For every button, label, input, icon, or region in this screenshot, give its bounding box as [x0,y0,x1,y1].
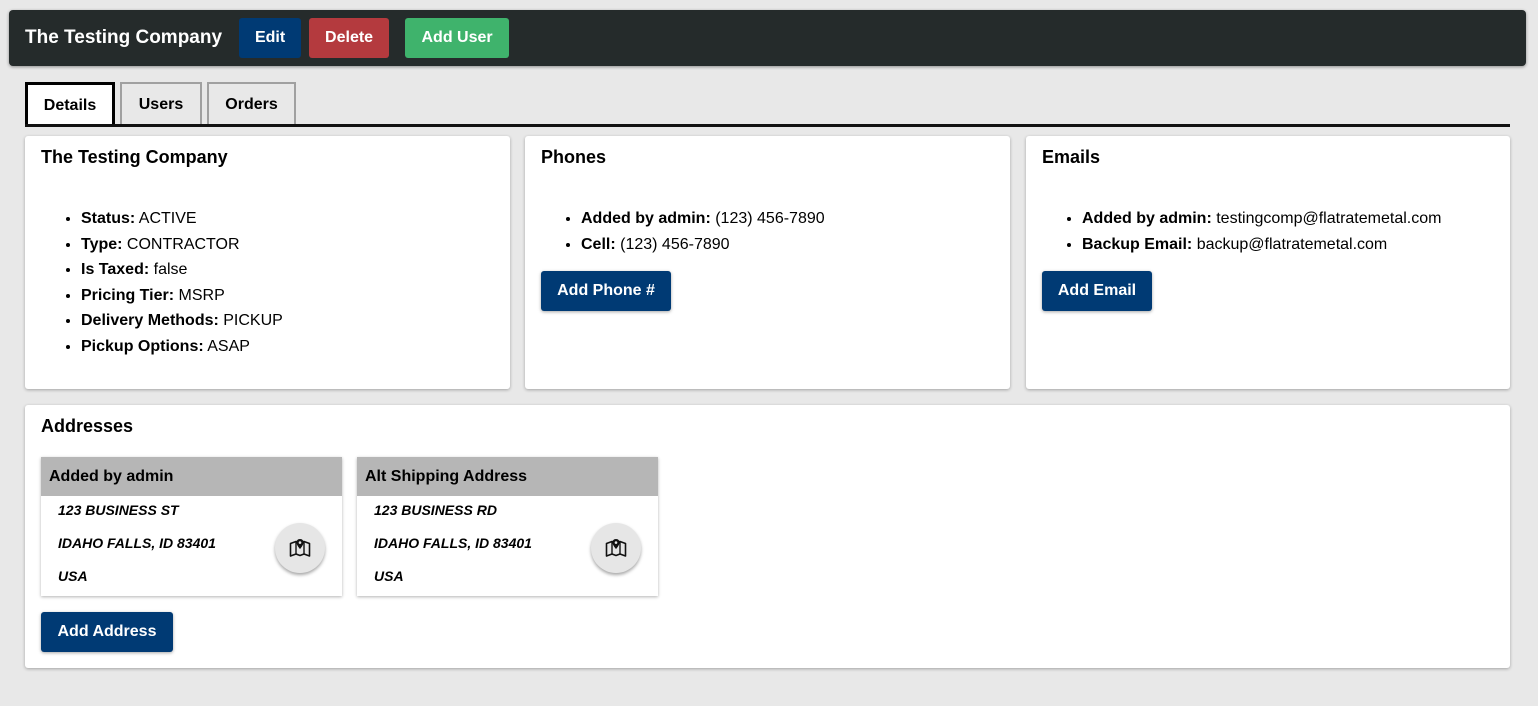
add-user-button[interactable]: Add User [405,18,510,58]
address-card: Added by admin 123 BUSINESS ST IDAHO FAL… [41,457,342,596]
phone-value: (123) 456-7890 [615,235,730,253]
addresses-card-title: Addresses [41,416,134,436]
email-value: backup@flatratemetal.com [1192,235,1388,253]
tab-bar: Details Users Orders [25,82,301,127]
add-address-button[interactable]: Add Address [41,612,173,652]
company-header-bar: The Testing Company Edit Delete Add User [9,10,1526,66]
phones-card-title: Phones [541,147,607,167]
map-pin-icon [605,539,627,557]
address-card: Alt Shipping Address 123 BUSINESS RD IDA… [357,457,658,596]
address-line-2: IDAHO FALLS, ID 83401 [58,535,216,551]
map-button[interactable] [591,523,641,573]
emails-card-title: Emails [1042,147,1101,167]
detail-value: ASAP [203,337,250,355]
map-button[interactable] [275,523,325,573]
address-name: Alt Shipping Address [357,457,658,496]
detail-label: Pricing Tier: [81,286,175,304]
details-list: Status: ACTIVE Type: CONTRACTOR Is Taxed… [81,206,283,360]
detail-item-is-taxed: Is Taxed: false [81,257,283,283]
detail-label: Delivery Methods: [81,312,219,330]
company-title: The Testing Company [25,27,223,48]
detail-item-type: Type: CONTRACTOR [81,232,283,258]
edit-button[interactable]: Edit [239,18,302,58]
detail-value: false [149,261,188,279]
details-card: The Testing Company Status: ACTIVE Type:… [25,136,510,389]
tab-underline-divider [25,124,1510,127]
email-label: Backup Email: [1082,235,1193,253]
delete-button[interactable]: Delete [309,18,390,58]
detail-label: Type: [81,235,123,253]
detail-value: PICKUP [218,312,283,330]
address-line-1: 123 BUSINESS ST [58,502,179,518]
detail-label: Status: [81,210,136,227]
email-item: Backup Email: backup@flatratemetal.com [1082,232,1441,258]
detail-label: Pickup Options: [81,337,204,355]
addresses-card: Addresses Added by admin 123 BUSINESS ST… [25,405,1510,668]
emails-card: Emails Added by admin: testingcomp@flatr… [1026,136,1510,389]
tab-orders[interactable]: Orders [207,82,296,125]
detail-value: MSRP [174,286,225,304]
map-pin-icon [289,539,311,557]
tab-details[interactable]: Details [25,82,115,127]
phone-label: Added by admin: [581,210,711,227]
email-value: testingcomp@flatratemetal.com [1211,210,1442,227]
detail-value: CONTRACTOR [122,235,240,253]
detail-item-delivery-methods: Delivery Methods: PICKUP [81,308,283,334]
detail-value: ACTIVE [135,210,197,227]
tab-users[interactable]: Users [120,82,202,125]
phones-card: Phones Added by admin: (123) 456-7890 Ce… [525,136,1010,389]
detail-item-status: Status: ACTIVE [81,206,283,232]
address-line-3: USA [374,568,404,584]
phone-item: Added by admin: (123) 456-7890 [581,206,825,232]
detail-item-pricing-tier: Pricing Tier: MSRP [81,283,283,309]
detail-item-pickup-options: Pickup Options: ASAP [81,334,283,360]
add-phone-button[interactable]: Add Phone # [541,271,671,311]
address-line-1: 123 BUSINESS RD [374,502,497,518]
phone-label: Cell: [581,235,616,253]
phones-list: Added by admin: (123) 456-7890 Cell: (12… [581,206,825,257]
address-name: Added by admin [41,457,342,496]
phone-value: (123) 456-7890 [710,210,825,227]
address-line-2: IDAHO FALLS, ID 83401 [374,535,532,551]
email-item: Added by admin: testingcomp@flatratemeta… [1082,206,1441,232]
detail-label: Is Taxed: [81,261,150,279]
email-label: Added by admin: [1082,210,1212,227]
details-card-title: The Testing Company [41,147,228,167]
emails-list: Added by admin: testingcomp@flatratemeta… [1082,206,1441,257]
address-line-3: USA [58,568,88,584]
phone-item: Cell: (123) 456-7890 [581,232,825,258]
add-email-button[interactable]: Add Email [1042,271,1152,311]
